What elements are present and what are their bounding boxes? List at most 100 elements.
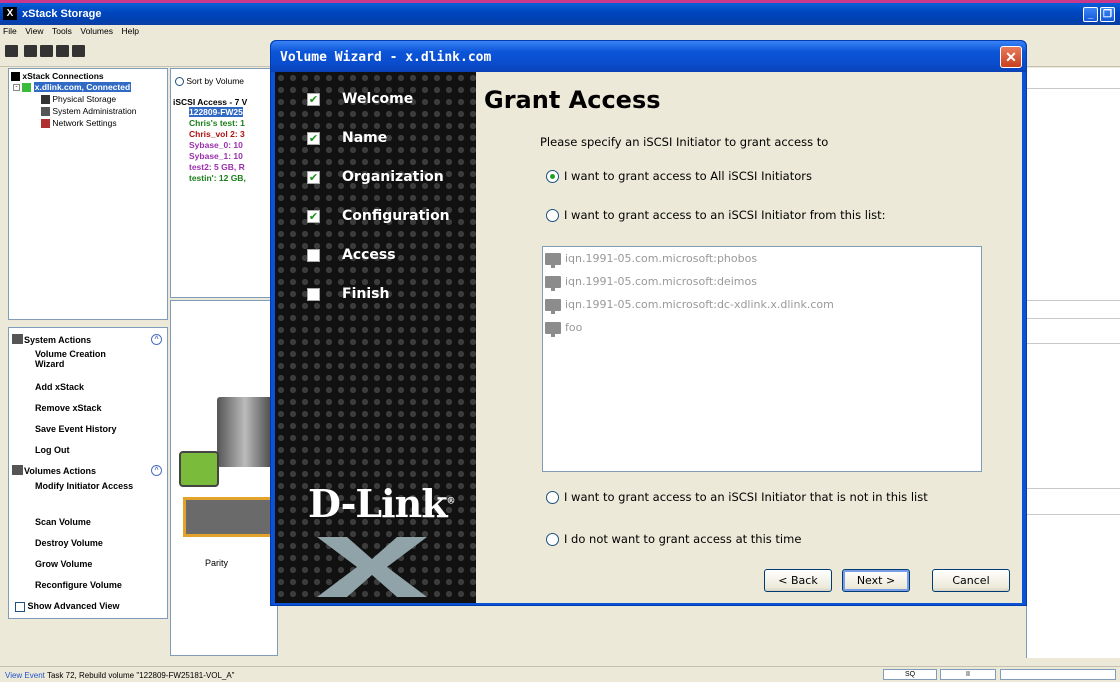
menu-view[interactable]: View [22, 25, 46, 36]
reconfigure-volume-link[interactable]: Reconfigure Volume [35, 580, 122, 590]
xstack-logo-icon: X [3, 7, 17, 20]
xstack-x-logo-icon [317, 537, 427, 597]
volume-item[interactable]: Chris's test: 1 [189, 118, 245, 128]
menu-help[interactable]: Help [119, 25, 142, 36]
disk-icon [41, 95, 50, 105]
divider [1027, 514, 1120, 515]
save-event-history-link[interactable]: Save Event History [35, 424, 117, 434]
connection-node[interactable]: - x.dlink.com, Connected [13, 82, 132, 93]
computer-icon [545, 253, 561, 268]
volume-creation-wizard-link[interactable]: Volume Creation Wizard [35, 349, 135, 369]
connect-icon[interactable] [5, 45, 18, 57]
back-button[interactable]: < Back [764, 569, 832, 592]
log-out-link[interactable]: Log Out [35, 445, 70, 455]
sort-by-volume-radio[interactable]: Sort by Volume [175, 76, 244, 87]
instruction-text: Please specify an iSCSI Initiator to gra… [540, 135, 829, 149]
dlink-logo: D-Link® [308, 481, 456, 526]
admin-icon [41, 107, 50, 117]
menu-volumes[interactable]: Volumes [77, 25, 116, 36]
system-icon[interactable] [56, 45, 69, 57]
volumes-actions-header[interactable]: Volumes Actions ^ [11, 464, 165, 478]
drive-array-icon [183, 497, 273, 537]
network-icon [41, 119, 50, 129]
check-icon: ✔ [307, 132, 320, 145]
next-button[interactable]: Next > [842, 569, 910, 592]
connections-panel: xStack Connections - x.dlink.com, Connec… [8, 68, 168, 320]
cancel-button[interactable]: Cancel [932, 569, 1010, 592]
iscsi-access-group[interactable]: iSCSI Access - 7 V [173, 97, 247, 107]
check-icon: ✔ [307, 210, 320, 223]
divider [1027, 88, 1120, 89]
tree-item-physical-storage[interactable]: Physical Storage [41, 94, 116, 105]
collapse-chevron-icon[interactable]: ^ [151, 465, 162, 476]
collapse-chevron-icon[interactable]: ^ [151, 334, 162, 345]
remove-xstack-link[interactable]: Remove xStack [35, 403, 102, 413]
network-icon[interactable] [72, 45, 85, 57]
volume-item[interactable]: test2: 5 GB, R [189, 162, 245, 172]
parity-label: Parity [205, 558, 229, 568]
restore-icon[interactable]: ❐ [1100, 7, 1115, 22]
collapse-icon[interactable]: - [13, 84, 20, 92]
add-xstack-link[interactable]: Add xStack [35, 382, 84, 392]
radio-icon[interactable] [546, 209, 559, 222]
tree-item-network-settings[interactable]: Network Settings [41, 118, 117, 129]
volumes-icon[interactable] [24, 45, 37, 57]
dialog-title: Volume Wizard - x.dlink.com [280, 50, 492, 65]
wizard-steps-panel: ✔ Welcome ✔ Name ✔ Organization ✔ Config… [275, 72, 476, 603]
show-advanced-view-checkbox[interactable]: Show Advanced View [15, 601, 120, 612]
grant-access-page: Grant Access Please specify an iSCSI Ini… [476, 72, 1022, 603]
scan-volume-link[interactable]: Scan Volume [35, 517, 91, 527]
computer-icon [545, 322, 561, 337]
radio-selected-icon[interactable] [546, 170, 559, 183]
destroy-volume-link[interactable]: Destroy Volume [35, 538, 103, 548]
storage-icon[interactable] [40, 45, 53, 57]
minimize-icon[interactable]: _ [1083, 7, 1098, 22]
divider [1027, 318, 1120, 319]
unchecked-box-icon [307, 288, 320, 301]
check-icon: ✔ [307, 93, 320, 106]
page-title: Grant Access [484, 86, 661, 114]
ii-indicator: II [940, 669, 996, 680]
volume-diagram-panel: Parity [170, 300, 278, 656]
app-title: xStack Storage [22, 8, 102, 20]
connected-icon [22, 83, 32, 93]
status-field [1000, 669, 1116, 680]
modify-initiator-access-link[interactable]: Modify Initiator Access [35, 481, 135, 491]
xstack-icon [11, 72, 20, 82]
volume-tree-panel: Sort by Volume iSCSI Access - 7 V 122809… [170, 68, 278, 298]
volume-item[interactable]: Chris_vol 2: 3 [189, 129, 245, 139]
details-panel [1026, 68, 1120, 658]
initiator-list[interactable]: iqn.1991-05.com.microsoft:phobos iqn.199… [542, 246, 982, 472]
grow-volume-link[interactable]: Grow Volume [35, 559, 92, 569]
menu-bar: File View Tools Volumes Help [0, 25, 1120, 39]
status-message: Task 72, Rebuild volume "122809-FW25181-… [46, 671, 235, 680]
check-icon: ✔ [307, 171, 320, 184]
radio-icon[interactable] [175, 77, 184, 87]
menu-tools[interactable]: Tools [49, 25, 75, 36]
computer-icon [545, 299, 561, 314]
connections-header: xStack Connections [11, 71, 104, 82]
radio-icon[interactable] [546, 533, 559, 546]
sq-indicator: SQ [883, 669, 937, 680]
volume-wizard-dialog: Volume Wizard - x.dlink.com ✕ ✔ Welcome … [270, 40, 1027, 606]
volume-item[interactable]: Sybase_0: 10 [189, 140, 243, 150]
dialog-titlebar[interactable]: Volume Wizard - x.dlink.com ✕ [271, 41, 1026, 72]
close-icon[interactable]: ✕ [1000, 46, 1022, 68]
actions-panel: System Actions ^ Volume Creation Wizard … [8, 327, 168, 619]
checkbox-icon[interactable] [15, 601, 25, 612]
computer-icon [545, 276, 561, 291]
system-actions-header[interactable]: System Actions ^ [11, 333, 165, 347]
status-bar: View Event Task 72, Rebuild volume "1228… [0, 666, 1120, 682]
server-icon [217, 397, 273, 467]
volume-item[interactable]: Sybase_1: 10 [189, 151, 243, 161]
tree-item-system-administration[interactable]: System Administration [41, 106, 136, 117]
menu-file[interactable]: File [0, 25, 20, 36]
status-text: View Event Task 72, Rebuild volume "1228… [5, 671, 235, 680]
volume-item[interactable]: 122809-FW25 [189, 107, 243, 117]
radio-icon[interactable] [546, 491, 559, 504]
view-event-link[interactable]: View Event [5, 671, 45, 680]
divider [1027, 488, 1120, 489]
unchecked-box-icon [307, 249, 320, 262]
volume-item[interactable]: testin': 12 GB, [189, 173, 246, 183]
drive-icon [179, 451, 219, 487]
